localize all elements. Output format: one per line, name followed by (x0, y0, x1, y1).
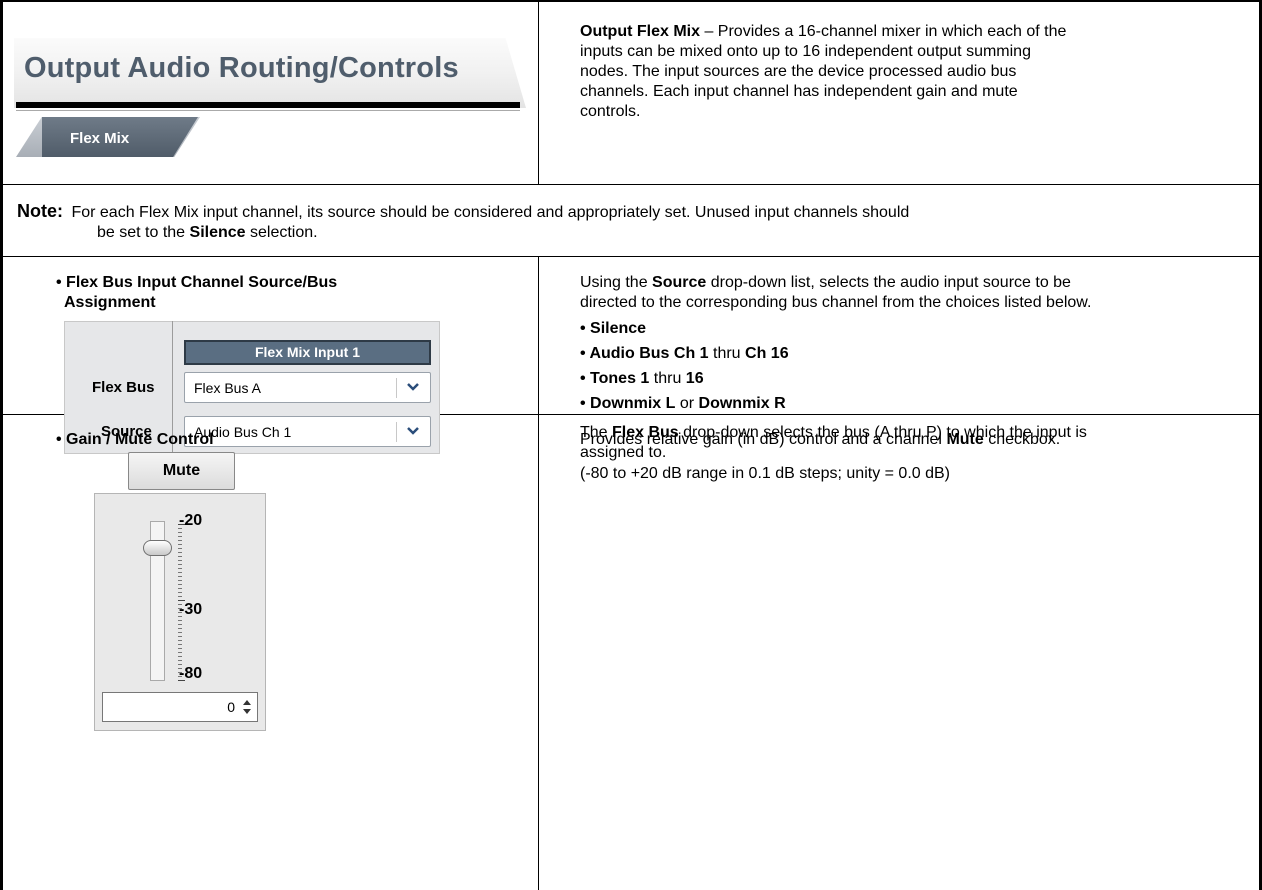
flex-bus-value: Flex Bus A (194, 380, 261, 396)
scale-tick (178, 580, 182, 581)
border-left (0, 0, 3, 890)
scale-tick (178, 644, 182, 645)
scale-tick (178, 660, 182, 661)
source-choices: • Silence • Audio Bus Ch 1 thru Ch 16 • … (580, 316, 1220, 416)
scale-tick (178, 576, 182, 577)
scale-tick (178, 588, 182, 589)
scale-tick (178, 640, 182, 641)
gain-value: 0 (227, 699, 235, 715)
scale-tick (178, 544, 182, 545)
scale-tick (178, 564, 182, 565)
scale-tick (178, 532, 182, 533)
chevron-down-icon (407, 427, 419, 435)
flex-bus-label: Flex Bus (92, 379, 155, 396)
gain-value-input[interactable]: 0 (102, 692, 258, 722)
spinner-icon[interactable] (240, 696, 254, 718)
row-divider-2 (0, 256, 1262, 257)
chevron-down-icon (407, 383, 419, 391)
choice-tones: • Tones 1 thru 16 (580, 370, 704, 387)
title-underline-shadow (16, 110, 520, 111)
flex-mix-input-header: Flex Mix Input 1 (184, 340, 431, 365)
scale-tick (178, 596, 182, 597)
scale-tick (178, 592, 182, 593)
source-description: Using the Source drop-down list, selects… (580, 274, 1092, 311)
scale-tick (178, 636, 182, 637)
column-divider-bottom (538, 256, 539, 890)
page-title: Output Audio Routing/Controls (24, 52, 459, 84)
document-table: Output Audio Routing/Controls Flex Mix O… (0, 0, 1262, 890)
dropdown-separator (396, 422, 397, 442)
scale-label-bottom: -80 (179, 665, 203, 682)
flex-bus-select[interactable]: Flex Bus A (184, 372, 431, 403)
scale-tick (178, 552, 182, 553)
scale-tick (178, 584, 182, 585)
scale-tick (178, 572, 182, 573)
description-title: Output Flex Mix (580, 23, 700, 40)
scale-tick (178, 628, 182, 629)
flex-bus-heading: • Flex Bus Input Channel Source/Bus Assi… (56, 274, 338, 311)
dropdown-separator (396, 378, 397, 398)
scale-label-top: -20 (179, 512, 203, 529)
row-divider-1 (0, 184, 1262, 185)
title-underline (16, 102, 520, 108)
choice-audio-bus: • Audio Bus Ch 1 thru Ch 16 (580, 345, 789, 362)
scale-tick (178, 652, 182, 653)
tab-flex-mix-label: Flex Mix (70, 130, 130, 147)
scale-tick (178, 656, 182, 657)
scale-tick (178, 620, 182, 621)
scale-tick (178, 648, 182, 649)
note-text: For each Flex Mix input channel, its sou… (71, 204, 910, 221)
scale-tick (178, 548, 182, 549)
note: Note: For each Flex Mix input channel, i… (17, 201, 910, 241)
scale-tick (178, 632, 182, 633)
section-description: Output Flex Mix – Provides a 16-channel … (580, 23, 1067, 120)
gain-description: Provides relative gain (in dB) control a… (580, 431, 1061, 482)
mute-button[interactable]: Mute (128, 452, 235, 490)
scale-tick (178, 568, 182, 569)
scale-tick (178, 560, 182, 561)
column-divider-top (538, 0, 539, 184)
gain-slider-thumb[interactable] (143, 540, 172, 556)
scale-tick (178, 556, 182, 557)
note-label: Note: (17, 201, 63, 221)
choice-downmix: • Downmix L or Downmix R (580, 395, 786, 412)
gain-mute-heading: • Gain / Mute Control (56, 431, 214, 448)
scale-label-mid: -30 (179, 601, 203, 618)
scale-tick (178, 624, 182, 625)
scale-tick (178, 536, 182, 537)
choice-silence: • Silence (580, 320, 647, 337)
source-select[interactable]: Audio Bus Ch 1 (184, 416, 431, 447)
scale-tick (178, 540, 182, 541)
border-top (0, 0, 1262, 2)
